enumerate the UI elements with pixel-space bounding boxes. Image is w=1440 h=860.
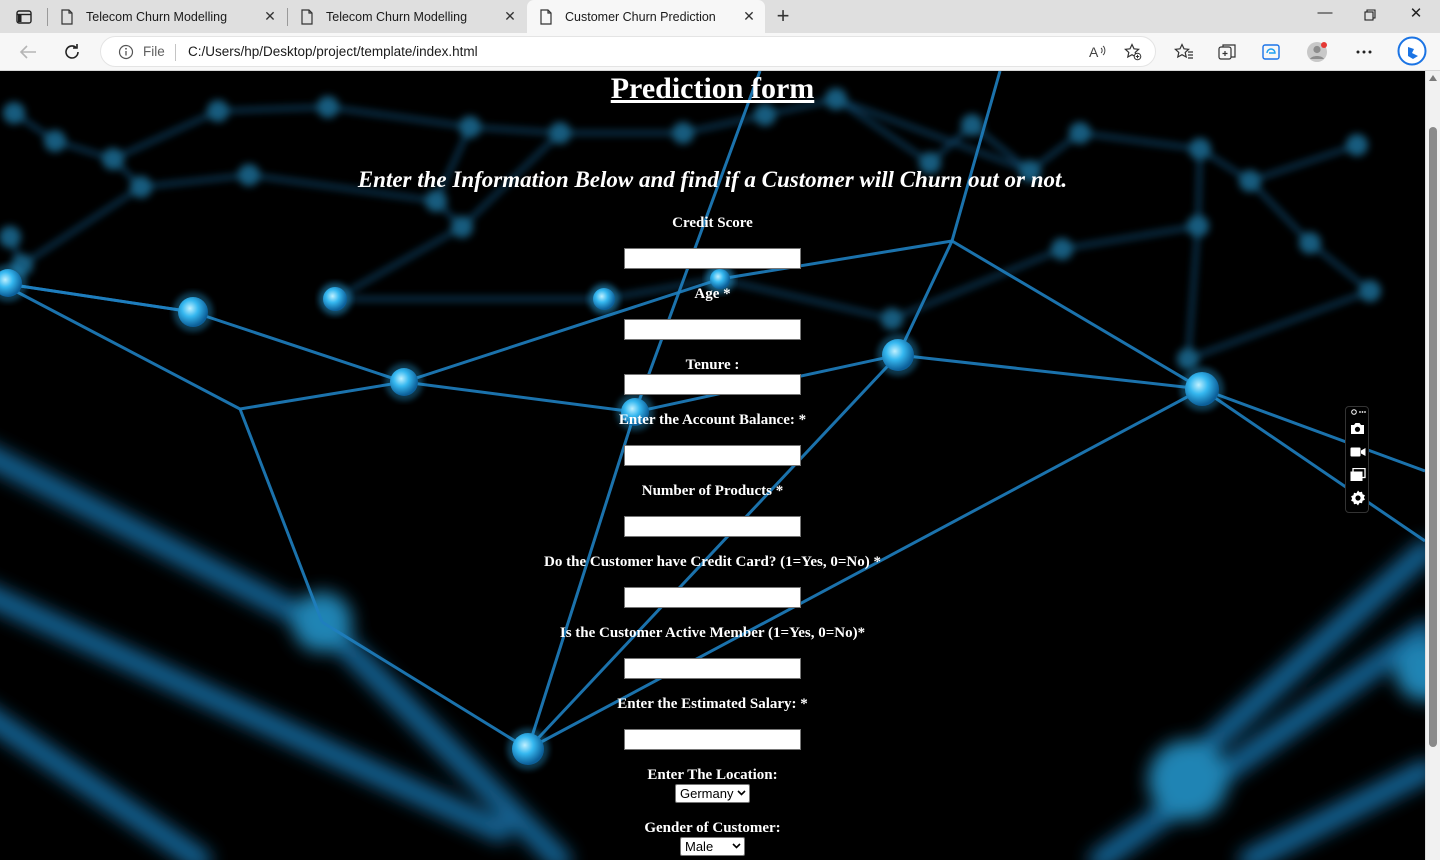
plus-icon[interactable]: + bbox=[772, 5, 794, 27]
profile-icon[interactable] bbox=[1306, 41, 1328, 63]
gender-selected: Male bbox=[685, 839, 714, 854]
credit-score-label: Credit Score bbox=[672, 215, 753, 231]
info-icon[interactable] bbox=[118, 44, 134, 60]
active-member-input[interactable] bbox=[624, 658, 801, 679]
location-selected: Germany bbox=[680, 786, 734, 801]
active-member-label: Is the Customer Active Member (1=Yes, 0=… bbox=[559, 625, 866, 641]
edge-icon[interactable] bbox=[1261, 41, 1283, 63]
tenure-label: Tenure : bbox=[685, 357, 740, 373]
chevron-down-icon bbox=[737, 790, 746, 796]
age-label: Age * bbox=[694, 286, 731, 302]
refresh-icon[interactable] bbox=[60, 40, 84, 64]
prediction-form: Prediction form Enter the Information Be… bbox=[0, 71, 1425, 860]
back-icon[interactable] bbox=[16, 40, 40, 64]
close-icon[interactable]: ✕ bbox=[741, 9, 757, 25]
credit-card-label: Do the Customer have Credit Card? (1=Yes… bbox=[544, 554, 881, 570]
page-icon bbox=[60, 8, 76, 25]
window-close-icon[interactable]: ✕ bbox=[1406, 4, 1426, 22]
location-select[interactable]: Germany bbox=[675, 784, 750, 803]
scroll-up-arrow[interactable] bbox=[1429, 75, 1437, 81]
camera-icon[interactable] bbox=[1349, 420, 1366, 437]
tab-title: Telecom Churn Modelling bbox=[326, 9, 468, 24]
vertical-scrollbar[interactable] bbox=[1425, 71, 1440, 860]
page-icon bbox=[539, 8, 555, 25]
page-subtitle: Enter the Information Below and find if … bbox=[357, 167, 1068, 192]
capture-toolbar bbox=[1345, 406, 1369, 513]
page-viewport: Prediction form Enter the Information Be… bbox=[0, 71, 1425, 860]
account-balance-input[interactable] bbox=[624, 445, 801, 466]
estimated-salary-input[interactable] bbox=[624, 729, 801, 750]
scheme-label: File bbox=[143, 44, 165, 59]
video-icon[interactable] bbox=[1349, 443, 1366, 460]
credit-card-input[interactable] bbox=[624, 587, 801, 608]
gender-select[interactable]: Male bbox=[680, 837, 745, 856]
page-title: Prediction form bbox=[610, 72, 815, 105]
close-icon[interactable]: ✕ bbox=[502, 9, 518, 25]
url-text[interactable]: C:/Users/hp/Desktop/project/template/ind… bbox=[188, 44, 478, 59]
page-icon bbox=[300, 8, 316, 25]
screens-icon[interactable] bbox=[1349, 466, 1366, 483]
favorites-icon[interactable] bbox=[1173, 41, 1195, 63]
tab-customer-churn-prediction[interactable]: Customer Churn Prediction ✕ bbox=[527, 0, 765, 33]
tab-telecom-churn-1[interactable]: Telecom Churn Modelling ✕ bbox=[48, 0, 286, 33]
tab-bar: Telecom Churn Modelling ✕ Telecom Churn … bbox=[0, 0, 1440, 33]
address-bar: File C:/Users/hp/Desktop/project/templat… bbox=[0, 33, 1440, 71]
read-aloud-icon[interactable]: A bbox=[1089, 43, 1107, 61]
num-products-input[interactable] bbox=[624, 516, 801, 537]
tab-title: Telecom Churn Modelling bbox=[86, 9, 228, 24]
tab-actions-icon[interactable] bbox=[10, 7, 38, 27]
chevron-down-icon bbox=[732, 843, 741, 849]
estimated-salary-label: Enter the Estimated Salary: * bbox=[617, 696, 808, 712]
credit-score-input[interactable] bbox=[624, 248, 801, 269]
restore-icon[interactable] bbox=[1360, 4, 1380, 25]
address-divider bbox=[175, 44, 176, 61]
tab-telecom-churn-2[interactable]: Telecom Churn Modelling ✕ bbox=[288, 0, 526, 33]
num-products-label: Number of Products * bbox=[641, 483, 784, 499]
address-field[interactable]: File C:/Users/hp/Desktop/project/templat… bbox=[100, 36, 1156, 67]
age-input[interactable] bbox=[624, 319, 801, 340]
add-favorite-icon[interactable] bbox=[1124, 43, 1142, 61]
account-balance-label: Enter the Account Balance: * bbox=[618, 412, 807, 428]
toolbar-menu-icon[interactable] bbox=[1349, 407, 1366, 417]
scroll-thumb[interactable] bbox=[1429, 127, 1437, 747]
bing-icon[interactable] bbox=[1397, 36, 1427, 66]
collections-icon[interactable] bbox=[1217, 41, 1239, 63]
tab-title: Customer Churn Prediction bbox=[565, 9, 716, 24]
settings-icon[interactable] bbox=[1349, 489, 1366, 506]
minimize-icon[interactable]: — bbox=[1315, 4, 1335, 21]
tenure-input[interactable] bbox=[624, 374, 801, 395]
gender-label: Gender of Customer: bbox=[644, 820, 781, 836]
location-label: Enter The Location: bbox=[647, 767, 778, 783]
close-icon[interactable]: ✕ bbox=[262, 9, 278, 25]
svg-text:A: A bbox=[1089, 44, 1099, 60]
more-icon[interactable] bbox=[1353, 41, 1375, 63]
